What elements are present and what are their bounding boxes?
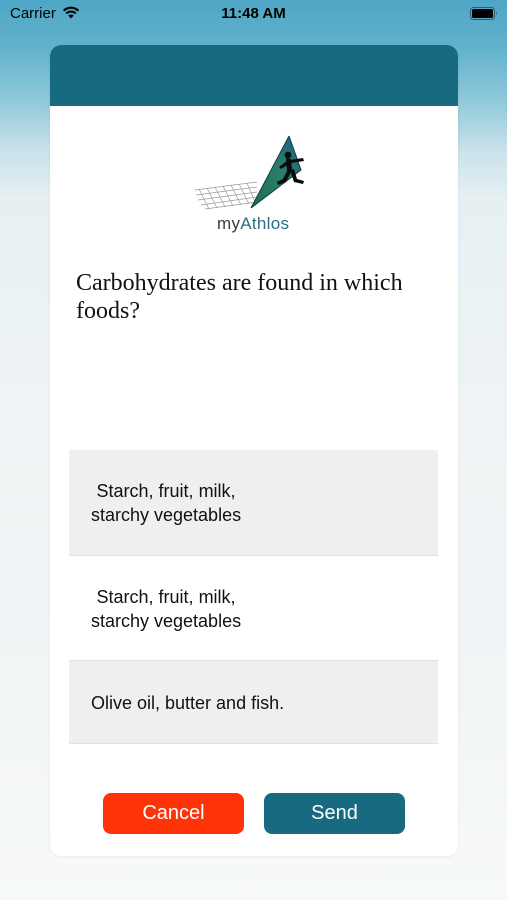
answer-option-2[interactable]: Starch, fruit, milk, starchy vegetables xyxy=(69,556,438,661)
question-text: Carbohydrates are found in which foods? xyxy=(76,270,403,324)
status-bar: Carrier 11:48 AM xyxy=(0,0,507,30)
answer-option-label: Starch, fruit, milk, starchy vegetables xyxy=(91,587,242,631)
logo-text-athlos: Athlos xyxy=(240,214,290,233)
cancel-button[interactable]: Cancel xyxy=(103,793,244,834)
clock-time: 11:48 AM xyxy=(221,5,286,22)
battery-icon xyxy=(470,7,497,20)
answer-option-3[interactable]: Olive oil, butter and fish. xyxy=(69,661,438,744)
answer-option-1[interactable]: Starch, fruit, milk, starchy vegetables xyxy=(69,450,438,556)
answer-option-label: Olive oil, butter and fish. xyxy=(91,693,285,713)
logo-text-my: my xyxy=(217,214,241,233)
send-button[interactable]: Send xyxy=(264,793,405,834)
card-header xyxy=(50,45,458,106)
logo-wordmark: myAthlos xyxy=(217,214,289,234)
quiz-card: myAthlos Carbohydrates are found in whic… xyxy=(50,45,458,856)
answer-option-label: Starch, fruit, milk, starchy vegetables xyxy=(91,481,242,525)
myathlos-logo: myAthlos xyxy=(193,134,317,236)
logo-graphic xyxy=(194,134,304,210)
